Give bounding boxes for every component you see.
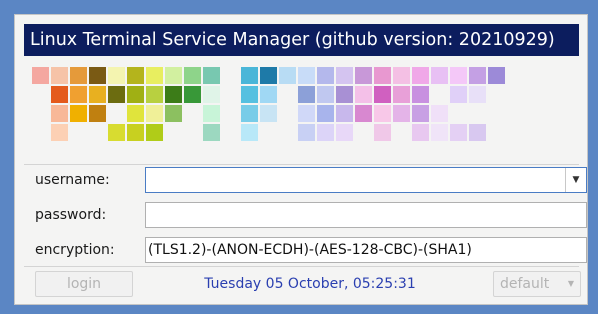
logo-tile bbox=[184, 86, 201, 103]
logo-tile bbox=[317, 105, 334, 122]
profile-select[interactable]: default ▼ bbox=[493, 271, 581, 297]
logo-tile bbox=[165, 105, 182, 122]
logo-tile bbox=[203, 105, 220, 122]
logo-tile bbox=[51, 124, 68, 141]
logo-tile bbox=[203, 67, 220, 84]
logo-tile bbox=[336, 105, 353, 122]
logo-tile bbox=[431, 105, 448, 122]
logo-tile bbox=[108, 86, 125, 103]
chevron-down-icon[interactable]: ▼ bbox=[565, 168, 586, 192]
logo-tile bbox=[412, 67, 429, 84]
logo-tile bbox=[203, 86, 220, 103]
logo-tile bbox=[412, 86, 429, 103]
logo-tile bbox=[127, 124, 144, 141]
logo-tile bbox=[70, 67, 87, 84]
logo-tile bbox=[146, 67, 163, 84]
username-combobox[interactable]: ▼ bbox=[145, 167, 587, 193]
logo-tile bbox=[70, 86, 87, 103]
logo-tile bbox=[374, 86, 391, 103]
username-label: username: bbox=[35, 172, 110, 188]
logo-tile bbox=[450, 124, 467, 141]
logo-tile bbox=[469, 86, 486, 103]
logo-tile bbox=[393, 67, 410, 84]
logo-tile bbox=[317, 67, 334, 84]
logo-tile bbox=[431, 124, 448, 141]
logo-tile bbox=[374, 105, 391, 122]
logo-tile bbox=[127, 105, 144, 122]
logo-tile bbox=[393, 105, 410, 122]
login-window: Linux Terminal Service Manager (github v… bbox=[14, 14, 588, 305]
logo-tile bbox=[469, 124, 486, 141]
logo-tile bbox=[279, 67, 296, 84]
logo-tile bbox=[393, 86, 410, 103]
logo-tile bbox=[241, 67, 258, 84]
logo-tile bbox=[108, 124, 125, 141]
logo-tile bbox=[355, 86, 372, 103]
logo-tile bbox=[336, 86, 353, 103]
password-label: password: bbox=[35, 207, 107, 223]
logo-tile bbox=[412, 105, 429, 122]
logo-tile bbox=[165, 86, 182, 103]
ltsm-logo bbox=[32, 67, 505, 141]
logo-tile bbox=[260, 86, 277, 103]
logo-tile bbox=[51, 67, 68, 84]
logo-tile bbox=[431, 67, 448, 84]
logo-tile bbox=[336, 67, 353, 84]
logo-tile bbox=[260, 105, 277, 122]
logo-tile bbox=[127, 86, 144, 103]
datetime-label: Tuesday 05 October, 05:25:31 bbox=[204, 276, 416, 292]
logo-tile bbox=[51, 105, 68, 122]
logo-tile bbox=[51, 86, 68, 103]
logo-tile bbox=[469, 67, 486, 84]
logo-tile bbox=[317, 124, 334, 141]
logo-tile bbox=[450, 86, 467, 103]
login-button[interactable]: login bbox=[35, 271, 133, 297]
logo-tile bbox=[203, 124, 220, 141]
logo-tile bbox=[488, 67, 505, 84]
encryption-label: encryption: bbox=[35, 242, 115, 258]
logo-tile bbox=[89, 86, 106, 103]
encryption-field[interactable]: (TLS1.2)-(ANON-ECDH)-(AES-128-CBC)-(SHA1… bbox=[145, 237, 587, 263]
logo-tile bbox=[298, 86, 315, 103]
logo-tile bbox=[260, 67, 277, 84]
logo-tile bbox=[336, 124, 353, 141]
chevron-down-icon: ▼ bbox=[567, 279, 574, 288]
logo-tile bbox=[165, 67, 182, 84]
separator bbox=[24, 164, 579, 165]
logo-tile bbox=[108, 67, 125, 84]
window-title: Linux Terminal Service Manager (github v… bbox=[24, 24, 579, 56]
logo-tile bbox=[298, 67, 315, 84]
logo-tile bbox=[355, 105, 372, 122]
logo-tile bbox=[89, 67, 106, 84]
logo-tile bbox=[412, 124, 429, 141]
logo-tile bbox=[374, 124, 391, 141]
logo-tile bbox=[32, 67, 49, 84]
logo-tile bbox=[241, 86, 258, 103]
separator bbox=[24, 266, 579, 267]
logo-tile bbox=[146, 105, 163, 122]
logo-tile bbox=[317, 86, 334, 103]
logo-tile bbox=[374, 67, 391, 84]
logo-tile bbox=[450, 67, 467, 84]
profile-select-value[interactable]: default bbox=[500, 276, 549, 292]
logo-tile bbox=[70, 105, 87, 122]
logo-tile bbox=[89, 105, 106, 122]
logo-tile bbox=[241, 105, 258, 122]
logo-tile bbox=[127, 67, 144, 84]
logo-tile bbox=[146, 86, 163, 103]
logo-tile bbox=[298, 124, 315, 141]
logo-tile bbox=[184, 67, 201, 84]
logo-tile bbox=[355, 67, 372, 84]
logo-tile bbox=[241, 124, 258, 141]
logo-tile bbox=[146, 124, 163, 141]
logo-tile bbox=[298, 105, 315, 122]
password-field[interactable] bbox=[145, 202, 587, 228]
